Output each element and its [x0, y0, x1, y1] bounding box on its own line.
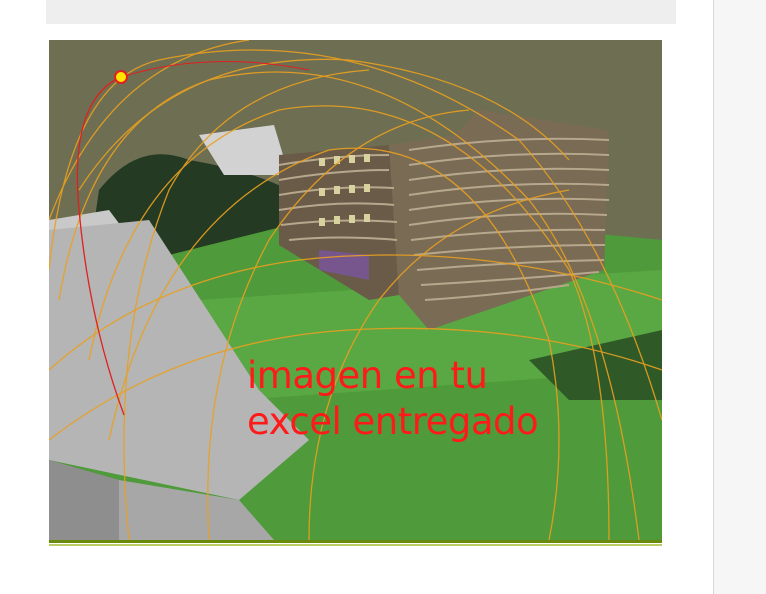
side-panel — [713, 0, 766, 594]
image-caption: imagen en tu excel entregado — [247, 353, 617, 445]
render-svg — [49, 40, 662, 540]
caption-line-2: excel entregado — [247, 400, 539, 443]
solar-study-render — [49, 40, 662, 540]
divider-line — [49, 540, 662, 543]
sun-marker-icon — [114, 70, 128, 84]
caption-line-1: imagen en tu — [247, 354, 488, 397]
top-toolbar-strip — [46, 0, 676, 24]
divider-line-light — [49, 544, 662, 546]
